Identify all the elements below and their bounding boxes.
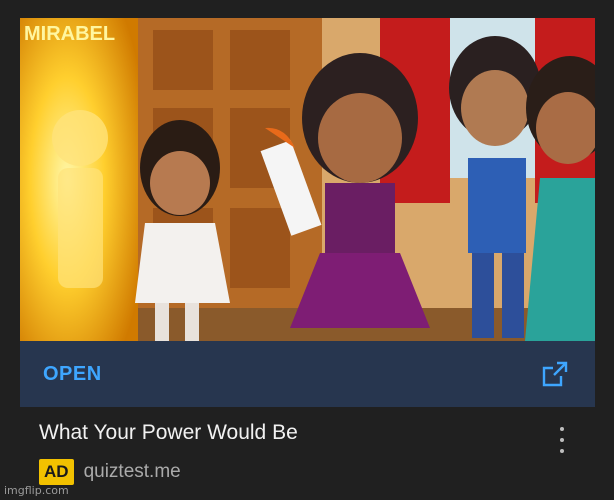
ad-card[interactable]: MIRABEL OPEN What Your Power Would Be AD…: [20, 18, 595, 485]
ad-meta: What Your Power Would Be AD quiztest.me: [20, 407, 595, 485]
watermark: imgflip.com: [4, 484, 69, 497]
thumbnail-illustration: MIRABEL: [20, 18, 595, 341]
ad-domain[interactable]: quiztest.me: [84, 461, 181, 483]
ad-thumbnail[interactable]: MIRABEL: [20, 18, 595, 341]
external-link-icon[interactable]: [541, 360, 569, 388]
more-vert-icon[interactable]: [559, 427, 565, 453]
ad-badge: AD: [39, 459, 74, 485]
ad-title[interactable]: What Your Power Would Be: [39, 420, 595, 446]
thumbnail-text: MIRABEL: [24, 23, 115, 45]
ad-source-row: AD quiztest.me: [39, 459, 595, 485]
open-button[interactable]: OPEN: [43, 363, 102, 386]
open-bar[interactable]: OPEN: [20, 341, 595, 407]
